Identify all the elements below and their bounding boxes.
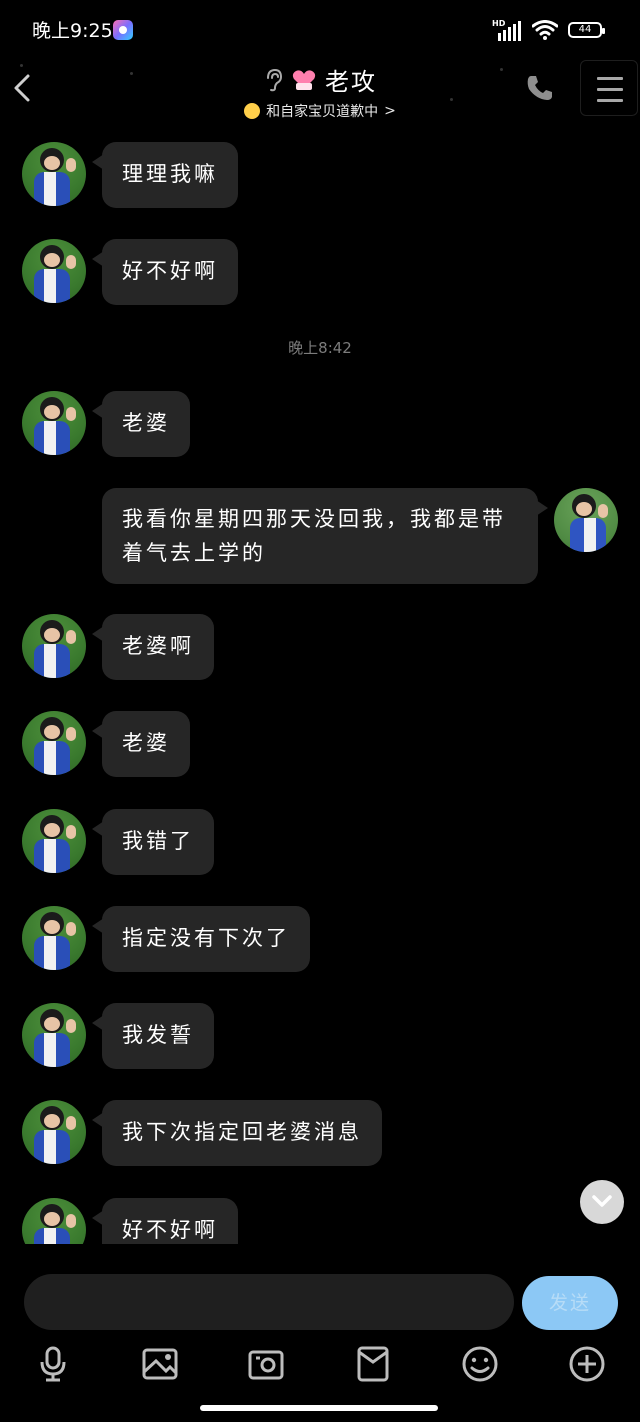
camera-icon[interactable] bbox=[246, 1344, 286, 1384]
message-bubble[interactable]: 好不好啊 bbox=[92, 1198, 238, 1244]
message-bubble[interactable]: 我错了 bbox=[92, 809, 214, 875]
contact-avatar[interactable] bbox=[22, 142, 86, 206]
plus-icon[interactable] bbox=[567, 1344, 607, 1384]
message-input[interactable] bbox=[24, 1274, 514, 1330]
message-item: 理理我嘛 bbox=[0, 142, 640, 208]
red-packet-icon[interactable] bbox=[353, 1344, 393, 1384]
contact-avatar[interactable] bbox=[22, 614, 86, 678]
phone-call-icon[interactable] bbox=[524, 72, 556, 104]
message-bubble[interactable]: 理理我嘛 bbox=[92, 142, 238, 208]
contact-avatar[interactable] bbox=[22, 906, 86, 970]
message-bubble[interactable]: 我下次指定回老婆消息 bbox=[92, 1100, 382, 1166]
message-bubble[interactable]: 指定没有下次了 bbox=[92, 906, 310, 972]
contact-avatar[interactable] bbox=[22, 1100, 86, 1164]
message-item: 老婆 bbox=[0, 711, 640, 777]
emoji-icon[interactable] bbox=[460, 1344, 500, 1384]
message-timestamp: 晚上8:42 bbox=[288, 339, 352, 357]
chevron-right-icon: > bbox=[384, 103, 396, 119]
network-type-label: HD bbox=[492, 19, 506, 28]
contact-avatar[interactable] bbox=[22, 239, 86, 303]
scroll-to-bottom-button[interactable] bbox=[580, 1180, 624, 1224]
contact-avatar[interactable] bbox=[22, 1003, 86, 1067]
image-icon[interactable] bbox=[140, 1344, 180, 1384]
battery-level: 44 bbox=[578, 24, 592, 35]
message-bubble[interactable]: 老婆啊 bbox=[92, 614, 214, 680]
composer: 发送 bbox=[0, 1264, 640, 1344]
message-bubble[interactable]: 好不好啊 bbox=[92, 239, 238, 305]
chat-header: 老攻 和自家宝贝道歉中 > bbox=[0, 58, 640, 130]
message-item: 我看你星期四那天没回我，我都是带着气去上学的 bbox=[0, 488, 640, 584]
send-button[interactable]: 发送 bbox=[522, 1276, 618, 1330]
heart-emoji-icon bbox=[292, 69, 316, 90]
app-notification-icon bbox=[113, 20, 133, 40]
ear-icon bbox=[267, 68, 283, 91]
cellular-signal-icon: HD bbox=[492, 19, 522, 41]
chat-title: 老攻 bbox=[325, 68, 377, 96]
battery-icon: 44 bbox=[568, 22, 605, 38]
message-bubble[interactable]: 我看你星期四那天没回我，我都是带着气去上学的 bbox=[102, 488, 548, 584]
message-item: 好不好啊 bbox=[0, 1198, 640, 1244]
status-time: 晚上9:25 bbox=[32, 20, 113, 42]
message-item: 我下次指定回老婆消息 bbox=[0, 1100, 640, 1166]
my-avatar[interactable] bbox=[554, 488, 618, 552]
wifi-icon bbox=[532, 20, 558, 40]
status-bar: 晚上9:25 HD 44 bbox=[0, 0, 640, 60]
contact-avatar[interactable] bbox=[22, 391, 86, 455]
message-bubble[interactable]: 我发誓 bbox=[92, 1003, 214, 1069]
contact-avatar[interactable] bbox=[22, 711, 86, 775]
message-item: 我错了 bbox=[0, 809, 640, 875]
microphone-icon[interactable] bbox=[33, 1344, 73, 1384]
message-item: 我发誓 bbox=[0, 1003, 640, 1069]
status-indicators: HD 44 bbox=[492, 18, 605, 42]
message-item: 指定没有下次了 bbox=[0, 906, 640, 972]
home-indicator[interactable] bbox=[200, 1405, 438, 1411]
message-list[interactable]: 理理我嘛 好不好啊 晚上8:42 老婆 我看你星期四那天没回我，我都是带着气去上… bbox=[0, 130, 640, 1244]
input-toolbar bbox=[0, 1340, 640, 1390]
message-bubble[interactable]: 老婆 bbox=[92, 711, 190, 777]
message-item: 老婆 bbox=[0, 391, 640, 457]
message-bubble[interactable]: 老婆 bbox=[92, 391, 190, 457]
message-item: 好不好啊 bbox=[0, 239, 640, 305]
chevron-down-icon bbox=[592, 1195, 612, 1207]
chat-status-text: 和自家宝贝道歉中 bbox=[266, 104, 379, 120]
crying-emoji-icon bbox=[244, 103, 261, 119]
contact-avatar[interactable] bbox=[22, 809, 86, 873]
menu-button[interactable] bbox=[580, 60, 638, 116]
message-item: 老婆啊 bbox=[0, 614, 640, 680]
contact-avatar[interactable] bbox=[22, 1198, 86, 1244]
